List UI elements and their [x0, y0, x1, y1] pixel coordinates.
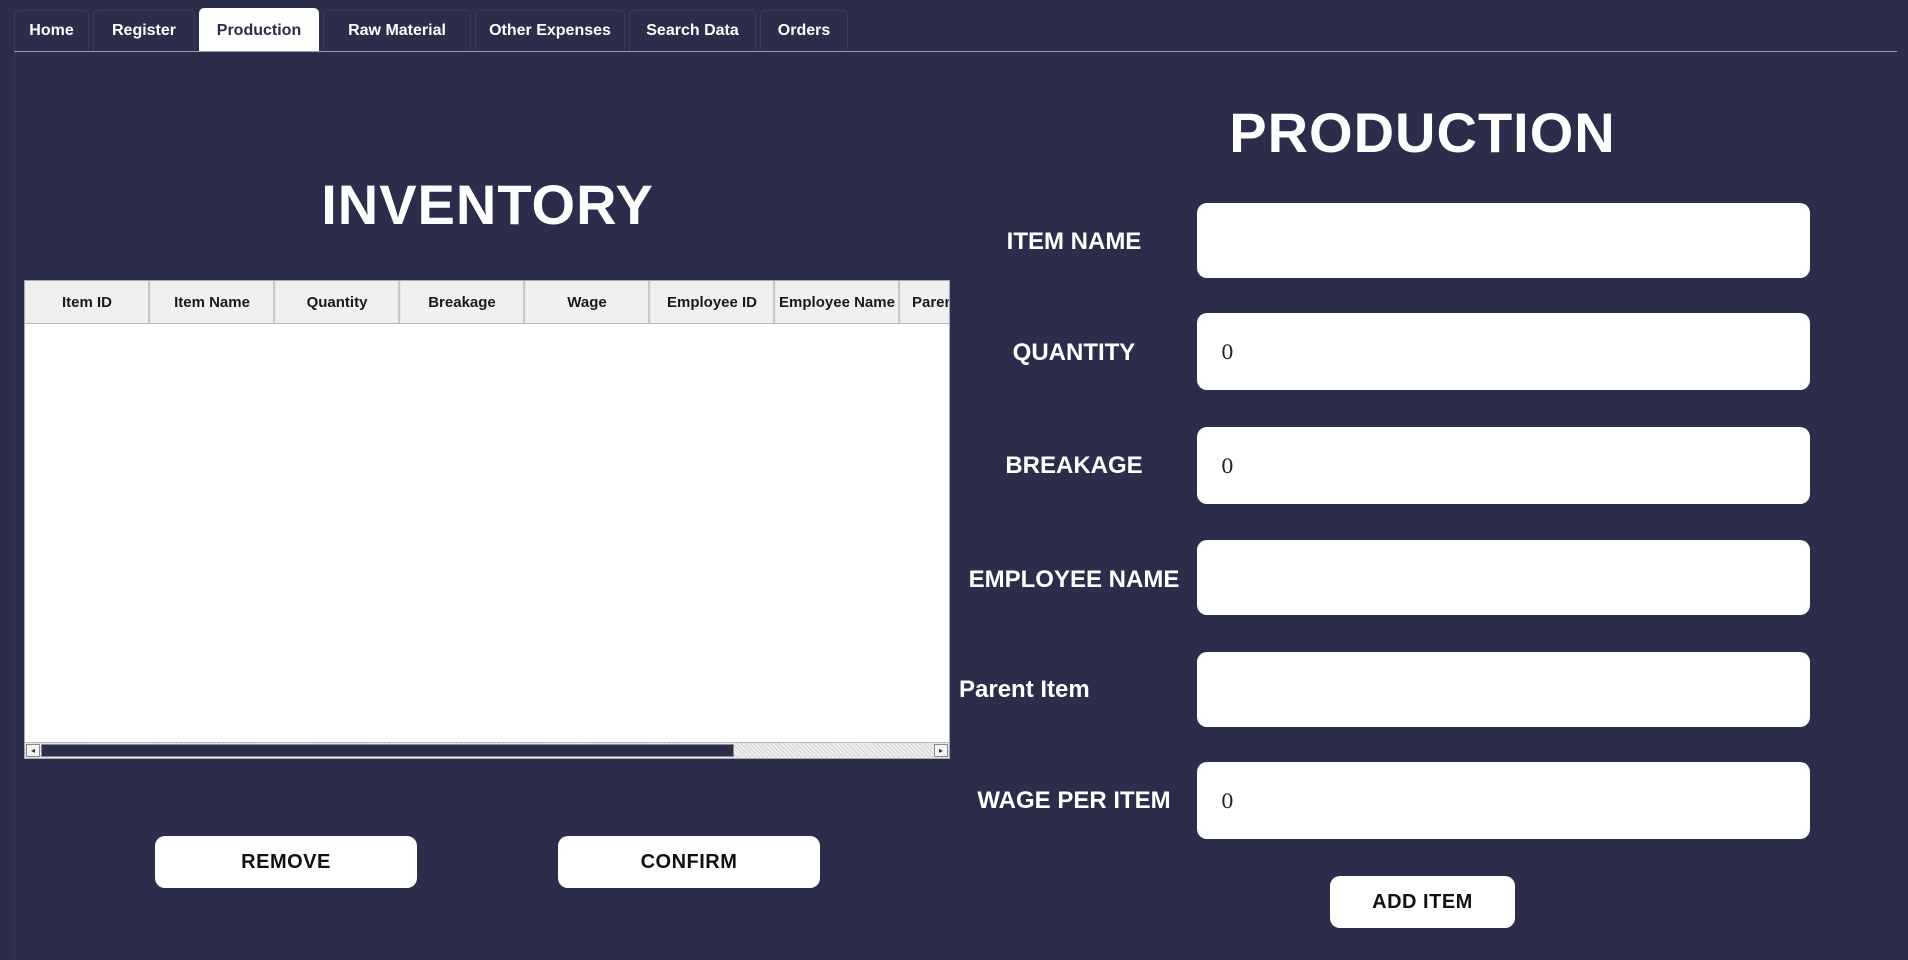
column-header-parent-item[interactable]: Paren — [900, 281, 949, 323]
tab-label: Orders — [777, 21, 831, 39]
column-header-employee-id[interactable]: Employee ID — [650, 281, 775, 323]
wage-per-item-label: WAGE PER ITEM — [977, 787, 1171, 814]
production-title: PRODUCTION — [1229, 101, 1616, 164]
inventory-table[interactable]: Item ID Item Name Quantity Breakage Wage… — [24, 280, 950, 759]
table-body[interactable] — [25, 324, 949, 742]
tab-label: Other Expenses — [489, 21, 611, 39]
employee-name-input[interactable] — [1197, 540, 1810, 615]
scroll-left-icon[interactable]: ◂ — [26, 744, 40, 757]
tab-orders[interactable]: Orders — [760, 10, 848, 50]
employee-name-label: EMPLOYEE NAME — [968, 566, 1180, 593]
remove-button[interactable]: REMOVE — [155, 836, 417, 888]
parent-item-label: Parent Item — [959, 676, 1090, 703]
breakage-label: BREAKAGE — [1005, 452, 1143, 479]
tab-search-data[interactable]: Search Data — [629, 10, 756, 50]
breakage-input[interactable]: 0 — [1197, 427, 1810, 504]
column-header-wage[interactable]: Wage — [525, 281, 650, 323]
tab-production[interactable]: Production — [199, 8, 319, 52]
add-item-button[interactable]: ADD ITEM — [1330, 876, 1515, 928]
tab-other-expenses[interactable]: Other Expenses — [475, 10, 625, 50]
column-header-quantity[interactable]: Quantity — [275, 281, 400, 323]
tab-label: Register — [111, 21, 177, 39]
tab-label: Production — [216, 21, 302, 39]
horizontal-scrollbar[interactable]: ◂ ▸ — [25, 742, 949, 758]
parent-item-input[interactable] — [1197, 652, 1810, 727]
tab-register[interactable]: Register — [93, 10, 195, 50]
column-header-item-name[interactable]: Item Name — [150, 281, 275, 323]
tab-label: Raw Material — [348, 21, 446, 39]
column-header-employee-name[interactable]: Employee Name — [775, 281, 900, 323]
app-window: Home Register Production Raw Material Ot… — [0, 0, 1908, 960]
panel-border — [14, 52, 15, 960]
quantity-input[interactable]: 0 — [1197, 313, 1810, 390]
confirm-button[interactable]: CONFIRM — [558, 836, 820, 888]
tab-divider — [14, 51, 1897, 52]
item-name-label: ITEM NAME — [1006, 228, 1142, 255]
scroll-right-icon[interactable]: ▸ — [934, 744, 948, 757]
table-header: Item ID Item Name Quantity Breakage Wage… — [25, 281, 949, 324]
scrollbar-thumb[interactable] — [41, 744, 734, 757]
column-header-item-id[interactable]: Item ID — [25, 281, 150, 323]
item-name-input[interactable] — [1197, 203, 1810, 278]
quantity-label: QUANTITY — [1012, 339, 1136, 366]
inventory-title: INVENTORY — [321, 173, 654, 236]
tab-label: Search Data — [646, 21, 739, 39]
tab-label: Home — [29, 21, 74, 39]
column-header-breakage[interactable]: Breakage — [400, 281, 525, 323]
wage-per-item-input[interactable]: 0 — [1197, 762, 1810, 839]
tab-home[interactable]: Home — [14, 10, 89, 50]
tab-raw-material[interactable]: Raw Material — [323, 10, 471, 50]
